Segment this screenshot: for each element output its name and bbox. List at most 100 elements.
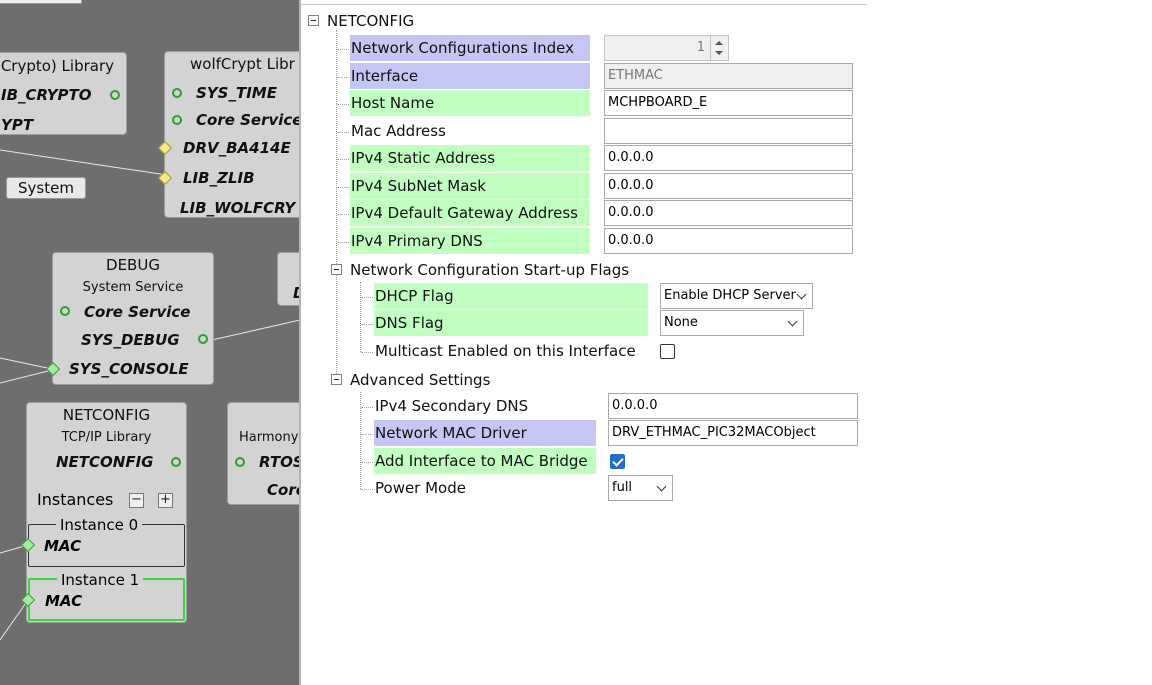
- dependency-label: MAC: [45, 592, 83, 610]
- label-add-interface-to-mac-bridge: Add Interface to MAC Bridge: [374, 448, 596, 474]
- dependency-satisfied-icon[interactable]: [172, 115, 182, 125]
- instance-0[interactable]: Instance 0 MAC: [28, 516, 185, 567]
- component-subtitle: TCP/IP Library: [61, 430, 152, 445]
- component-subtitle: System Service: [82, 280, 184, 295]
- ipv4-primary-dns-input[interactable]: 0.0.0.0: [604, 228, 853, 254]
- project-graph-canvas[interactable]: Crypto) Library IB_CRYPTO YPT wolfCrypt …: [0, 0, 300, 685]
- tree-guide: [361, 407, 373, 408]
- dependency-label: NETCONFIG: [56, 453, 154, 471]
- chevron-down-icon: [787, 316, 798, 327]
- dependency-satisfied-icon[interactable]: [110, 90, 120, 100]
- debug-component[interactable]: DEBUG System Service Core Service SYS_DE…: [45, 252, 214, 385]
- component-title: Harmony: [239, 430, 299, 445]
- component-title: NETCONFIG: [62, 406, 151, 424]
- dependency-satisfied-icon[interactable]: [171, 457, 181, 467]
- spinner-up-icon[interactable]: [715, 41, 723, 45]
- tree-guide: [337, 159, 349, 160]
- panel-divider: [301, 4, 867, 5]
- label-interface: Interface: [350, 63, 590, 89]
- tree-guide: [361, 352, 373, 353]
- dependency-label: DRV_BA414E: [183, 139, 291, 157]
- tree-guide: [337, 187, 349, 188]
- system-button[interactable]: System: [6, 177, 86, 199]
- label-network-configurations-index: Network Configurations Index: [350, 35, 590, 61]
- instance-label: Instance 0: [56, 516, 143, 534]
- label-ipv4-default-gateway: IPv4 Default Gateway Address: [350, 200, 590, 226]
- label-dns-flag: DNS Flag: [374, 310, 648, 336]
- label-ipv4-static-address: IPv4 Static Address: [350, 145, 590, 171]
- ipv4-subnet-mask-input[interactable]: 0.0.0.0: [604, 173, 853, 199]
- add-instance-button[interactable]: +: [158, 493, 173, 508]
- ipv4-static-address-input[interactable]: 0.0.0.0: [604, 145, 853, 171]
- instances-row: Instances: [37, 490, 113, 509]
- label-ipv4-primary-dns: IPv4 Primary DNS: [350, 228, 590, 254]
- tree-node-startup-flags[interactable]: Network Configuration Start-up Flags: [350, 261, 629, 279]
- ipv4-secondary-dns-input[interactable]: 0.0.0.0: [608, 393, 858, 419]
- dependency-label: Core Service: [84, 303, 191, 321]
- dependency-label: SYS_TIME: [196, 84, 277, 102]
- tree-guide: [361, 489, 373, 490]
- spinner-value: 1: [696, 40, 705, 55]
- instance-1[interactable]: Instance 1 MAC: [28, 571, 185, 621]
- dependency-label: LIB_WOLFCRY: [180, 199, 296, 217]
- component-title: wolfCrypt Libr: [190, 55, 295, 73]
- tree-guide: [361, 324, 373, 325]
- component-title: Crypto) Library: [0, 57, 114, 75]
- dhcp-flag-select[interactable]: Enable DHCP Server: [660, 283, 813, 309]
- crypto-library-component[interactable]: Crypto) Library IB_CRYPTO YPT: [0, 52, 127, 135]
- partial-component[interactable]: D: [277, 252, 300, 306]
- dependency-satisfied-icon[interactable]: [60, 306, 70, 316]
- ipv4-default-gateway-input[interactable]: 0.0.0.0: [604, 200, 853, 226]
- collapse-netconfig-icon[interactable]: [308, 15, 319, 26]
- mac-address-input[interactable]: [604, 118, 853, 144]
- dependency-label: SYS_CONSOLE: [69, 360, 189, 378]
- component-title: DEBUG: [106, 256, 160, 274]
- label-host-name: Host Name: [350, 90, 590, 116]
- label-network-mac-driver: Network MAC Driver: [374, 420, 596, 446]
- dependency-label: YPT: [1, 116, 34, 134]
- label-mac-address: Mac Address: [351, 122, 446, 140]
- tree-guide: [361, 297, 373, 298]
- collapse-startup-flags-icon[interactable]: [331, 264, 342, 275]
- instance-label: Instance 1: [57, 571, 144, 589]
- collapse-advanced-settings-icon[interactable]: [331, 374, 342, 385]
- dependency-satisfied-icon[interactable]: [198, 334, 208, 344]
- dependency-label: Core: [267, 481, 300, 499]
- dependency-label: RTOS: [259, 453, 300, 471]
- tree-node-netconfig[interactable]: NETCONFIG: [327, 12, 414, 30]
- chevron-down-icon: [796, 289, 807, 300]
- interface-field: ETHMAC: [604, 63, 853, 89]
- tree-guide: [361, 462, 373, 463]
- spinner-down-icon[interactable]: [715, 51, 723, 55]
- tree-guide: [361, 434, 373, 435]
- tree-guide: [337, 77, 349, 78]
- label-power-mode: Power Mode: [375, 479, 466, 497]
- dhcp-flag-value: Enable DHCP Server: [664, 288, 796, 303]
- add-interface-to-mac-bridge-checkbox[interactable]: [610, 454, 625, 469]
- dependency-label: MAC: [44, 537, 82, 555]
- dependency-label: Core Service: [196, 111, 300, 129]
- wolfcrypt-library-component[interactable]: wolfCrypt Libr SYS_TIME Core Service DRV…: [157, 51, 300, 218]
- spinner-buttons[interactable]: [710, 36, 728, 60]
- instances-label: Instances: [37, 490, 114, 509]
- label-ipv4-secondary-dns: IPv4 Secondary DNS: [375, 397, 529, 415]
- dns-flag-value: None: [664, 315, 698, 330]
- power-mode-select[interactable]: full: [608, 475, 673, 501]
- tree-node-advanced-settings[interactable]: Advanced Settings: [350, 371, 490, 389]
- tree-guide: [337, 132, 349, 133]
- tree-guide: [337, 214, 349, 215]
- tree-guide: [337, 104, 349, 105]
- dns-flag-select[interactable]: None: [660, 310, 804, 336]
- remove-instance-button[interactable]: −: [129, 493, 144, 508]
- network-mac-driver-input[interactable]: DRV_ETHMAC_PIC32MACObject: [608, 420, 858, 446]
- multicast-enabled-checkbox[interactable]: [660, 344, 675, 359]
- dependency-label: IB_CRYPTO: [1, 86, 92, 104]
- label-dhcp-flag: DHCP Flag: [374, 283, 648, 309]
- harmony-component[interactable]: Harmony RTOS Core: [227, 402, 300, 505]
- dependency-satisfied-icon[interactable]: [172, 88, 182, 98]
- dependency-satisfied-icon[interactable]: [235, 457, 245, 467]
- network-configurations-index-spinner[interactable]: 1: [604, 35, 729, 61]
- host-name-input[interactable]: MCHPBOARD_E: [604, 90, 853, 116]
- label-ipv4-subnet-mask: IPv4 SubNet Mask: [350, 173, 590, 199]
- dependency-label: LIB_ZLIB: [183, 169, 255, 187]
